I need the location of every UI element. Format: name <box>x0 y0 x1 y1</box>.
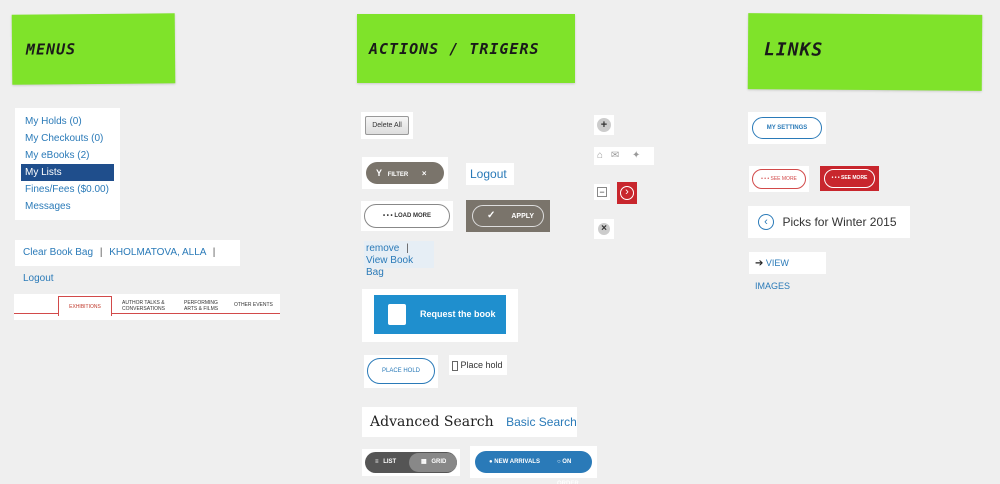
view-images-wrap: ➔ VIEW IMAGES <box>749 252 826 291</box>
filter-label: FILTER <box>387 172 409 178</box>
request-book-label: Request the book <box>420 309 496 319</box>
grid-label: GRID <box>431 459 447 465</box>
menu-item-checkouts[interactable]: My Checkouts (0) <box>15 130 120 147</box>
place-hold-button[interactable]: PLACE HOLD <box>367 358 435 384</box>
search-switch: Advanced Search Basic Search <box>362 407 577 437</box>
chevron-left-icon[interactable]: ‹ <box>758 214 774 230</box>
close-icon-wrap: × <box>594 219 614 239</box>
menu-item-ebooks[interactable]: My eBooks (2) <box>15 147 120 164</box>
minus-icon[interactable]: − <box>597 187 607 197</box>
separator: | <box>406 243 409 254</box>
remove-link[interactable]: remove <box>366 243 399 254</box>
see-more-outline-wrap: • • • SEE MORE <box>749 166 809 192</box>
grid-icon: ▦ <box>421 459 427 465</box>
tab-exhibitions[interactable]: EXHIBITIONS <box>58 296 112 316</box>
chevron-right-icon[interactable]: › <box>620 186 634 200</box>
radio-empty-icon: ○ <box>557 459 561 465</box>
check-icon: ✓ <box>487 210 496 221</box>
separator: | <box>99 247 103 258</box>
links-note: LINKS <box>747 13 983 91</box>
action-icons-row: ⌂ ✉ ✦ <box>594 147 654 165</box>
links-note-label: LINKS <box>763 39 824 61</box>
request-book-button[interactable]: Request the book <box>374 295 506 334</box>
plus-icon[interactable]: + <box>597 118 611 132</box>
my-settings-wrap: MY SETTINGS <box>748 112 826 144</box>
logout-button[interactable]: Logout <box>466 167 507 181</box>
delete-all-button[interactable]: Delete All <box>365 116 409 135</box>
radio-selected-icon: ● <box>489 459 493 465</box>
mail-icon[interactable]: ✉ <box>611 150 619 161</box>
book-icon <box>388 304 406 325</box>
list-grid-toggle: ≡ LIST ▦ GRID <box>365 452 457 473</box>
close-icon[interactable]: × <box>598 223 610 235</box>
chevron-button-wrap: › <box>617 182 637 204</box>
apply-wrap: ✓ APPLY <box>466 200 550 232</box>
place-hold-wrap: PLACE HOLD <box>364 355 438 388</box>
picks-for-winter-link[interactable]: Picks for Winter 2015 <box>782 215 896 229</box>
list-icon: ≡ <box>375 459 379 465</box>
arrivals-toggle-wrap: ● NEW ARRIVALS ○ ON ORDER <box>470 446 597 484</box>
event-tabs: EXHIBITIONS AUTHOR TALKS & CONVERSATIONS… <box>14 294 280 320</box>
advanced-search-label: Advanced Search <box>370 414 494 430</box>
apply-label: APPLY <box>511 213 535 220</box>
view-book-bag-link[interactable]: View Book Bag <box>366 255 413 278</box>
list-grid-toggle-wrap: ≡ LIST ▦ GRID <box>362 449 460 476</box>
load-more-wrap: • • • LOAD MORE <box>361 201 453 231</box>
delete-all-wrap: Delete All <box>361 112 413 139</box>
grid-option[interactable]: ▦ GRID <box>409 453 457 472</box>
new-arrivals-label: NEW ARRIVALS <box>494 459 540 465</box>
tab-performing-line2: ARTS & FILMS <box>184 306 219 312</box>
tab-author-talks-line2: CONVERSATIONS <box>122 306 165 312</box>
minus-icon-wrap: − <box>594 184 610 200</box>
filter-button[interactable]: Y FILTER × <box>366 162 444 184</box>
filter-icon: Y <box>376 168 383 178</box>
basket-icon[interactable]: ⌂ <box>597 150 603 161</box>
close-icon[interactable]: × <box>422 169 427 178</box>
menu-item-messages[interactable]: Messages <box>15 198 120 215</box>
actions-note-label: ACTIONS / TRIGERS <box>369 40 540 58</box>
user-name-link[interactable]: KHOLMATOVA, ALLA <box>109 247 206 258</box>
list-option[interactable]: ≡ LIST <box>365 452 409 473</box>
tab-performing-arts[interactable]: PERFORMING ARTS & FILMS <box>184 300 218 312</box>
plus-icon-wrap: + <box>594 115 614 135</box>
logout-link[interactable]: Logout <box>23 273 54 284</box>
tabs-underline <box>14 313 280 314</box>
clear-book-bag-link[interactable]: Clear Book Bag <box>23 247 93 258</box>
request-book-wrap: Request the book <box>362 289 518 342</box>
gear-icon[interactable]: ✦ <box>632 150 640 161</box>
apply-button[interactable]: ✓ APPLY <box>472 205 544 227</box>
arrow-right-icon: ➔ <box>755 258 764 269</box>
arrivals-toggle: ● NEW ARRIVALS ○ ON ORDER <box>475 451 592 484</box>
actions-note: ACTIONS / TRIGERS <box>357 14 575 83</box>
bookmark-icon <box>452 360 458 371</box>
see-more-filled-button[interactable]: • • • SEE MORE <box>824 169 875 188</box>
on-order-option[interactable]: ○ ON ORDER <box>547 451 592 484</box>
see-more-filled-wrap: • • • SEE MORE <box>820 166 879 191</box>
menu-item-fines[interactable]: Fines/Fees ($0.00) <box>15 181 120 198</box>
menu-item-lists[interactable]: My Lists <box>21 164 114 181</box>
separator: | <box>212 247 216 258</box>
new-arrivals-option[interactable]: ● NEW ARRIVALS <box>481 451 540 473</box>
list-label: LIST <box>383 459 397 465</box>
basic-search-link[interactable]: Basic Search <box>506 415 577 429</box>
account-menu: My Holds (0) My Checkouts (0) My eBooks … <box>15 108 120 220</box>
menu-item-holds[interactable]: My Holds (0) <box>15 113 120 130</box>
logout-wrap: Logout <box>466 163 514 185</box>
tab-author-talks[interactable]: AUTHOR TALKS & CONVERSATIONS <box>122 300 165 312</box>
bookbag-bar: Clear Book Bag | KHOLMATOVA, ALLA | Logo… <box>15 240 240 284</box>
picks-link-wrap: ‹ Picks for Winter 2015 <box>748 206 910 238</box>
see-more-outline-button[interactable]: • • • SEE MORE <box>752 169 806 189</box>
tab-other-events[interactable]: OTHER EVENTS <box>234 302 273 308</box>
menus-note: MENUS <box>11 13 176 85</box>
on-order-label: ON ORDER <box>557 459 579 484</box>
menus-note-label: MENUS <box>25 40 77 59</box>
remove-wrap: remove | View Book Bag <box>364 241 434 278</box>
filter-wrap: Y FILTER × <box>362 157 448 189</box>
place-hold-link[interactable]: Place hold <box>449 355 507 375</box>
load-more-button[interactable]: • • • LOAD MORE <box>364 204 450 228</box>
my-settings-button[interactable]: MY SETTINGS <box>752 117 822 139</box>
place-hold-label: Place hold <box>460 360 503 370</box>
